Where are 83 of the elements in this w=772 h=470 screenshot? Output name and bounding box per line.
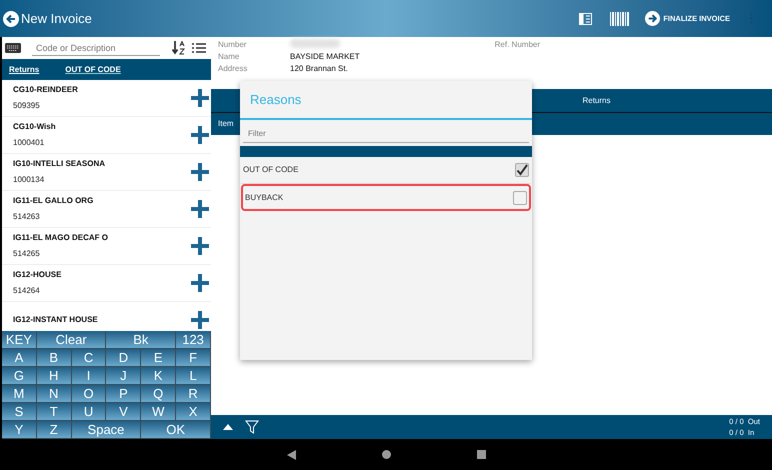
recents-icon[interactable]	[476, 450, 486, 459]
field-label: Number	[218, 39, 248, 51]
tab[interactable]: OUT OF CODE	[65, 64, 121, 76]
keyboard-key[interactable]: C	[72, 349, 106, 366]
band-title: Returns	[582, 94, 610, 106]
keyboard-icon[interactable]	[5, 43, 21, 53]
field-value: 120 Brannan St.	[290, 63, 348, 75]
up-icon[interactable]	[223, 424, 233, 430]
product-name: IG11-EL MAGO DECAF O	[13, 232, 109, 244]
reason-option[interactable]: OUT OF CODE	[241, 157, 531, 184]
keyboard-key[interactable]: Clear	[36, 331, 106, 348]
keyboard-key[interactable]: L	[176, 367, 211, 384]
field-label: Address	[218, 63, 248, 75]
keyboard-key[interactable]: E	[141, 349, 176, 366]
reason-option[interactable]: BUYBACK	[241, 184, 531, 211]
keyboard-key[interactable]: T	[36, 403, 72, 420]
product-code: 514265	[13, 248, 41, 260]
product-name: CG10-REINDEER	[13, 84, 79, 96]
keyboard-key[interactable]: X	[176, 403, 211, 420]
keyboard-key[interactable]: M	[2, 385, 37, 402]
checkbox[interactable]	[515, 163, 529, 177]
keyboard-key[interactable]: Z	[36, 421, 72, 438]
keyboard-key[interactable]: S	[2, 403, 37, 420]
keyboard-key[interactable]: B	[36, 349, 72, 366]
keyboard-key[interactable]: D	[106, 349, 142, 366]
keyboard-key[interactable]: Q	[141, 385, 176, 402]
keyboard-key[interactable]: I	[72, 367, 106, 384]
keyboard-key[interactable]: U	[72, 403, 106, 420]
add-icon[interactable]	[191, 126, 209, 144]
keyboard-key[interactable]: A	[2, 349, 37, 366]
keyboard-key[interactable]: O	[72, 385, 106, 402]
keyboard-key[interactable]: G	[2, 367, 37, 384]
list-icon[interactable]	[192, 43, 206, 53]
keyboard-key[interactable]: OK	[141, 421, 211, 438]
add-icon[interactable]	[191, 311, 209, 329]
keyboard-key[interactable]: N	[36, 385, 72, 402]
add-icon[interactable]	[191, 200, 209, 218]
keyboard-key[interactable]: W	[141, 403, 176, 420]
column-header: Item	[218, 118, 234, 130]
keyboard-key[interactable]: KEY	[2, 331, 37, 348]
keyboard-key[interactable]: Space	[72, 421, 142, 438]
keyboard-key[interactable]: K	[141, 367, 176, 384]
product-code: 514264	[13, 285, 41, 297]
add-icon[interactable]	[191, 237, 209, 255]
filter-field[interactable]: Filter	[243, 124, 529, 143]
add-icon[interactable]	[191, 89, 209, 107]
product-name: IG11-EL GALLO ORG	[13, 195, 94, 207]
keyboard-key[interactable]: R	[176, 385, 211, 402]
checkbox[interactable]	[513, 190, 527, 204]
product-code: 1000401	[13, 137, 46, 149]
keyboard-key[interactable]: V	[106, 403, 142, 420]
keyboard-key[interactable]: P	[106, 385, 142, 402]
sort-icon[interactable]	[172, 41, 186, 55]
page-title: New Invoice	[21, 10, 92, 28]
tab[interactable]: Returns	[9, 64, 40, 76]
barcode-icon[interactable]	[610, 12, 630, 26]
arrow-icon	[645, 11, 660, 26]
keyboard-key[interactable]: J	[106, 367, 142, 384]
keyboard-key[interactable]: F	[176, 349, 211, 366]
filter-icon[interactable]	[245, 420, 259, 434]
keyboard-key[interactable]: H	[36, 367, 72, 384]
product-name: IG12-HOUSE	[13, 269, 62, 281]
search-field[interactable]: Code or Description	[32, 40, 160, 56]
product-code: 509395	[13, 100, 41, 112]
product-name: IG10-INTELLI SEASONA	[13, 158, 106, 170]
add-icon[interactable]	[191, 163, 209, 181]
back-icon[interactable]	[3, 10, 19, 26]
dialog-title: Reasons	[250, 90, 302, 109]
home-icon[interactable]	[382, 450, 390, 459]
keyboard-key[interactable]: Y	[2, 421, 37, 438]
product-code: 1000134	[13, 174, 46, 186]
blurred-value	[290, 39, 340, 48]
add-icon[interactable]	[191, 274, 209, 292]
panel-icon[interactable]	[579, 12, 592, 24]
product-code: 514263	[13, 211, 41, 223]
field-label: Ref. Number	[494, 39, 540, 51]
field-label: Name	[218, 51, 240, 63]
product-name: IG12-INSTANT HOUSE	[13, 314, 99, 326]
back-icon[interactable]	[286, 450, 296, 460]
field-value: BAYSIDE MARKET	[290, 51, 360, 63]
keyboard-key[interactable]: Bk	[106, 331, 176, 348]
keyboard-key[interactable]: 123	[176, 331, 211, 348]
product-name: CG10-Wish	[13, 121, 57, 133]
